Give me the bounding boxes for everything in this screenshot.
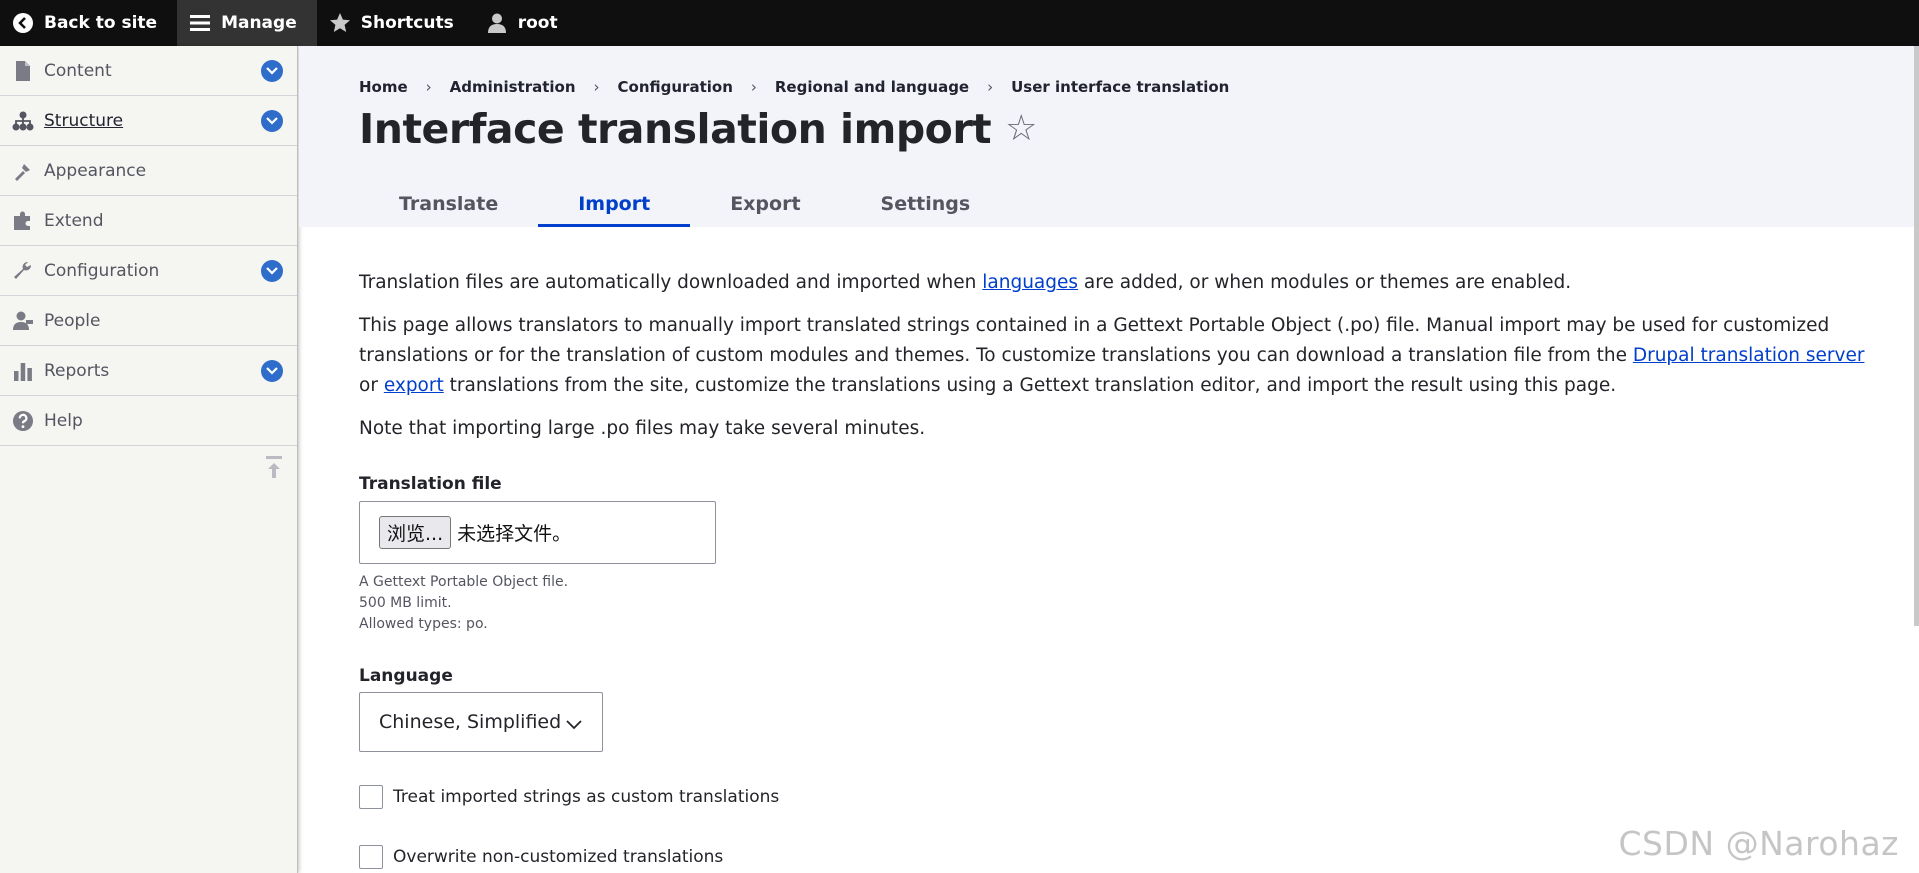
chevron-down-icon[interactable] — [261, 360, 283, 382]
watermark-text: CSDN @Narohaz — [1618, 824, 1899, 863]
language-label: Language — [359, 666, 453, 686]
file-desc-line: A Gettext Portable Object file. — [359, 574, 569, 590]
breadcrumb-administration[interactable]: Administration — [450, 78, 576, 96]
admin-toolbar: Back to site Manage Shortcuts root — [0, 0, 1919, 46]
file-icon — [12, 60, 34, 82]
user-icon — [486, 12, 508, 34]
star-icon — [329, 12, 351, 34]
structure-icon — [12, 110, 34, 132]
breadcrumb-separator: › — [593, 78, 600, 96]
intro-text-before: Translation files are automatically down… — [359, 272, 983, 293]
sidebar-item-appearance[interactable]: Appearance — [0, 146, 297, 196]
help-paragraph: This page allows translators to manually… — [359, 311, 1879, 401]
browse-button[interactable]: 浏览... — [379, 516, 452, 549]
tab-import[interactable]: Import — [538, 181, 691, 227]
sidebar-item-help[interactable]: Help — [0, 396, 297, 446]
breadcrumb-separator: › — [987, 78, 994, 96]
tab-translate[interactable]: Translate — [359, 181, 538, 227]
export-link[interactable]: export — [384, 375, 444, 396]
intro-paragraph: Translation files are automatically down… — [359, 268, 1571, 298]
sidebar-item-label: Reports — [44, 360, 110, 381]
puzzle-icon — [12, 210, 34, 232]
file-description: A Gettext Portable Object file. 500 MB l… — [359, 572, 568, 635]
languages-link[interactable]: languages — [982, 272, 1078, 293]
breadcrumb-home[interactable]: Home — [359, 78, 408, 96]
custom-translations-checkbox[interactable] — [359, 785, 383, 809]
file-desc-line: Allowed types: po. — [359, 616, 488, 632]
chevron-left-circle-icon — [12, 12, 34, 34]
page-title-row: Interface translation import ☆ — [359, 105, 1037, 153]
user-label: root — [517, 13, 558, 33]
overwrite-checkbox-row[interactable]: Overwrite non-customized translations — [359, 845, 723, 869]
breadcrumb-regional-language[interactable]: Regional and language — [775, 78, 969, 96]
breadcrumb-configuration[interactable]: Configuration — [618, 78, 733, 96]
sidebar-item-people[interactable]: People — [0, 296, 297, 346]
language-select[interactable]: Chinese, Simplified — [359, 692, 603, 752]
chevron-down-icon[interactable] — [261, 60, 283, 82]
chevron-down-icon[interactable] — [261, 260, 283, 282]
breadcrumb-separator: › — [425, 78, 432, 96]
sidebar-item-label: Configuration — [44, 260, 160, 281]
intro-text-after: are added, or when modules or themes are… — [1078, 272, 1572, 293]
help-text-2: or — [359, 375, 384, 396]
tab-bar: Translate Import Export Settings — [359, 181, 1010, 227]
tab-export[interactable]: Export — [690, 181, 840, 227]
chevron-down-icon — [566, 713, 582, 735]
sidebar-item-label: Structure — [44, 110, 124, 131]
sidebar-item-configuration[interactable]: Configuration — [0, 246, 297, 296]
custom-translations-label: Treat imported strings as custom transla… — [393, 787, 780, 807]
paintbrush-icon — [12, 160, 34, 182]
help-text-3: translations from the site, customize th… — [443, 375, 1617, 396]
wrench-icon — [12, 260, 34, 282]
note-paragraph: Note that importing large .po files may … — [359, 418, 926, 439]
no-file-selected-text: 未选择文件。 — [457, 523, 572, 545]
page-scrollbar[interactable] — [1914, 46, 1919, 626]
hamburger-icon — [189, 12, 211, 34]
page-header: Home › Administration › Configuration › … — [299, 46, 1919, 227]
sidebar-item-structure[interactable]: Structure — [0, 96, 297, 146]
user-tab[interactable]: root — [474, 0, 578, 46]
sidebar-item-label: Help — [44, 410, 83, 431]
sidebar-item-label: Appearance — [44, 160, 147, 181]
manage-tab[interactable]: Manage — [177, 0, 317, 46]
star-outline-icon[interactable]: ☆ — [1005, 111, 1037, 147]
sidebar-item-label: Content — [44, 60, 112, 81]
breadcrumb-separator: › — [750, 78, 757, 96]
shortcuts-tab[interactable]: Shortcuts — [317, 0, 474, 46]
back-to-site-link[interactable]: Back to site — [0, 0, 177, 46]
chevron-down-icon[interactable] — [261, 110, 283, 132]
collapse-sidebar-icon[interactable] — [264, 454, 284, 482]
sidebar-item-extend[interactable]: Extend — [0, 196, 297, 246]
file-desc-line: 500 MB limit. — [359, 595, 452, 611]
translation-file-input[interactable]: 浏览... 未选择文件。 — [359, 501, 716, 564]
tab-settings[interactable]: Settings — [841, 181, 1011, 227]
admin-sidebar: Content Structure Appearance Extend Conf… — [0, 46, 298, 873]
manage-label: Manage — [221, 13, 297, 33]
breadcrumb: Home › Administration › Configuration › … — [359, 78, 1229, 96]
bar-chart-icon — [12, 360, 34, 382]
overwrite-label: Overwrite non-customized translations — [393, 847, 724, 867]
custom-translations-checkbox-row[interactable]: Treat imported strings as custom transla… — [359, 785, 779, 809]
people-icon — [12, 310, 34, 332]
sidebar-item-reports[interactable]: Reports — [0, 346, 297, 396]
sidebar-item-content[interactable]: Content — [0, 46, 297, 96]
translation-file-label: Translation file — [359, 474, 502, 494]
help-text-1: This page allows translators to manually… — [359, 315, 1830, 366]
sidebar-item-label: Extend — [44, 210, 104, 231]
page-title: Interface translation import — [359, 105, 992, 153]
shortcuts-label: Shortcuts — [360, 13, 454, 33]
sidebar-item-label: People — [44, 310, 101, 331]
language-selected-value: Chinese, Simplified — [379, 711, 562, 733]
overwrite-checkbox[interactable] — [359, 845, 383, 869]
back-to-site-label: Back to site — [44, 13, 158, 33]
drupal-translation-server-link[interactable]: Drupal translation server — [1633, 345, 1865, 366]
breadcrumb-ui-translation[interactable]: User interface translation — [1011, 78, 1229, 96]
help-icon — [12, 410, 34, 432]
